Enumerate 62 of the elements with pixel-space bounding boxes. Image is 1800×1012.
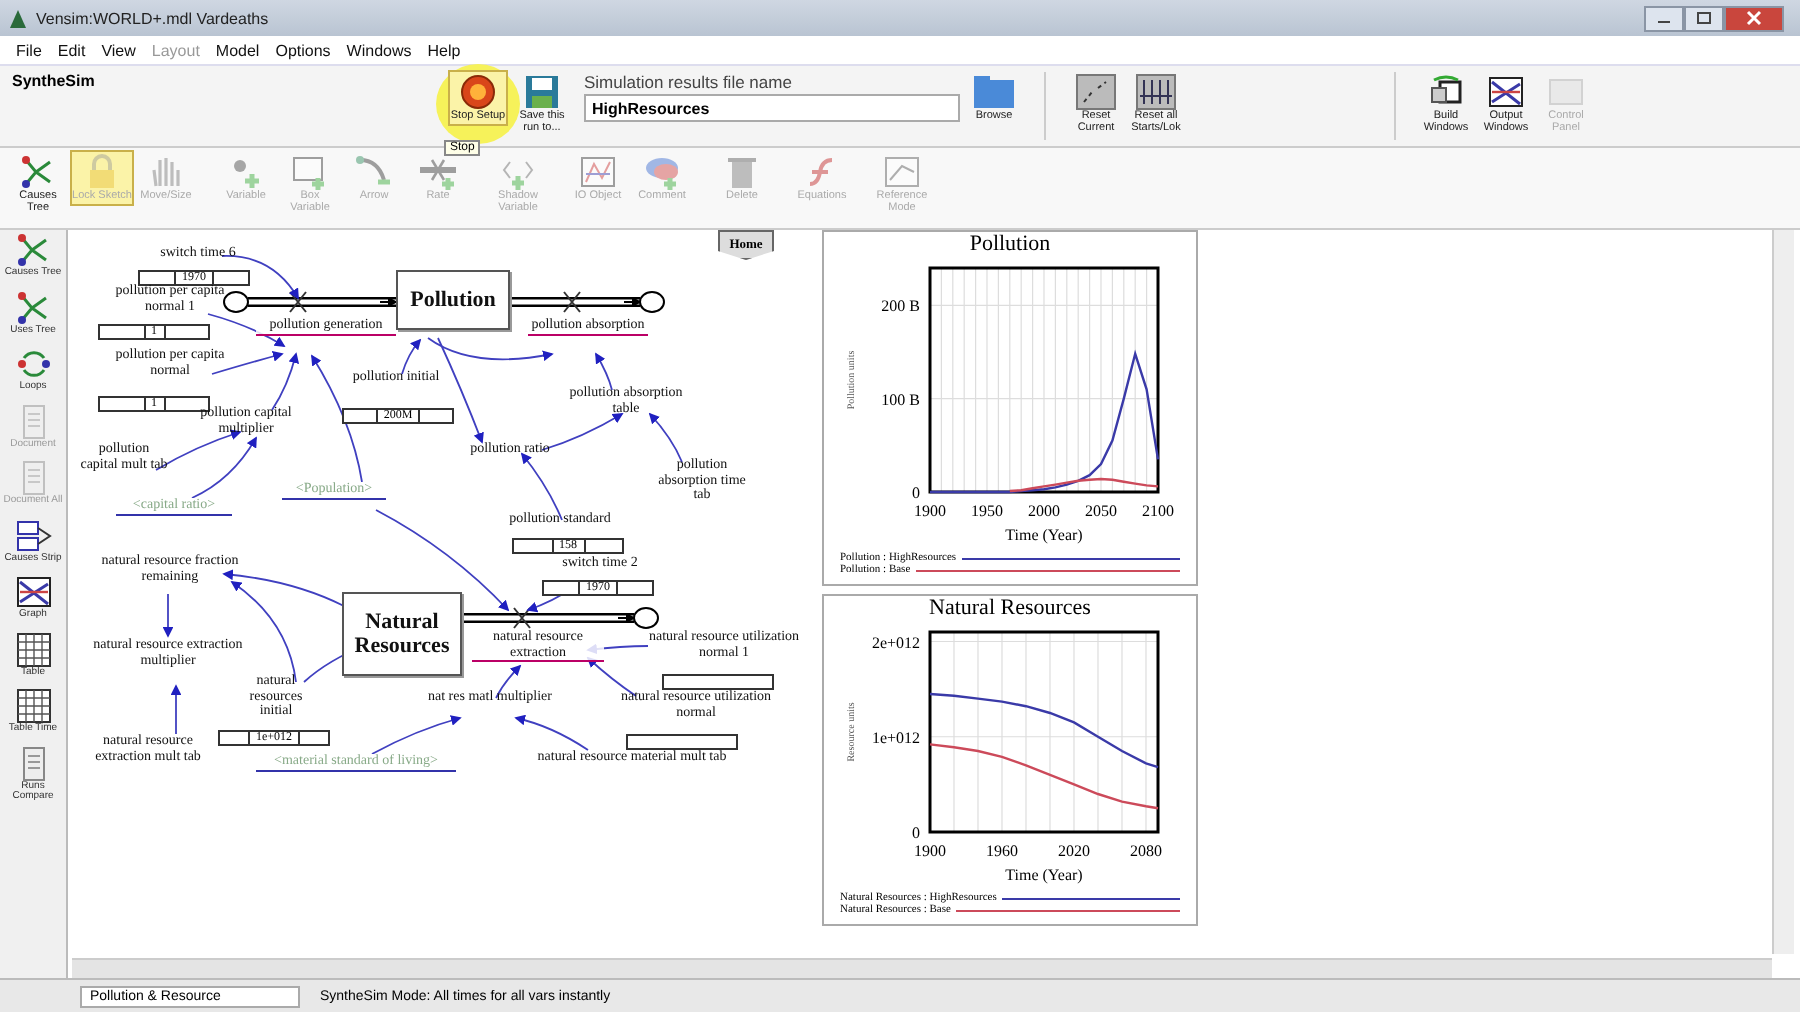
menu-item[interactable]: View [93,41,144,59]
horizontal-scrollbar[interactable] [72,958,1772,978]
x-axis-label: Time (Year) [1005,866,1083,884]
x-axis-label: Time (Year) [1005,526,1083,544]
menu-item[interactable]: Help [419,41,469,59]
table-icon [13,631,53,667]
window-title: Vensim:WORLD+.mdl Vardeaths [36,9,269,27]
curved-arrow-icon [354,154,394,190]
menu-item[interactable]: Edit [49,41,94,59]
x-tick-label: 1900 [914,842,946,860]
x-tick-label: 2020 [1058,842,1090,860]
menu-item[interactable]: Windows [338,41,420,59]
table-icon [13,688,53,724]
y-tick-label: 100 B [881,390,920,409]
columns-icon [1136,74,1176,110]
valve-icon [418,154,458,190]
folder-icon [972,74,1016,110]
y-tick-label: 2e+012 [871,633,920,652]
minimize-button[interactable] [1644,5,1684,31]
vertical-scrollbar[interactable] [1772,230,1794,954]
chart-title: Natural Resources [929,596,1091,620]
y-tick-label: 0 [912,824,920,842]
scatter-icon [1076,74,1116,110]
x-tick-label: 2080 [1130,842,1162,860]
variable-slider[interactable] [662,674,774,690]
y-tick-label: 0 [912,484,920,502]
graph-icon [882,154,922,190]
toolbar-title: SyntheSim [10,70,97,90]
windows-icon [1426,74,1466,110]
x-tick-label: 2000 [1028,502,1060,520]
menu-item[interactable]: File [8,41,50,59]
hand-icon [146,154,186,190]
strip-icon [13,517,53,553]
x-tick-label: 1960 [986,842,1018,860]
variable-slider[interactable] [626,734,738,750]
x-tick-label: 2100 [1142,502,1174,520]
results-file-field[interactable]: HighResources [584,94,960,122]
app-icon [8,7,28,29]
menu-item[interactable]: Model [207,41,268,59]
chart-icon [578,154,618,190]
panel-icon [1546,74,1586,110]
crossed-chart-icon [13,574,53,610]
x-tick-label: 1950 [971,502,1003,520]
stock-variable[interactable]: Natural Resources [342,592,462,676]
field-label: Simulation results file name [584,72,794,92]
loop-icon [13,346,53,382]
crossed-chart-icon [1486,74,1526,110]
stock-variable[interactable]: Pollution [396,270,510,330]
x-tick-label: 2050 [1085,502,1117,520]
close-icon [1746,10,1762,26]
cloud-icon [642,154,682,190]
y-tick-label: 1e+012 [871,728,920,747]
x-tick-label: 1900 [914,502,946,520]
close-button[interactable] [1724,5,1784,31]
menu-item[interactable]: Options [267,41,339,59]
trash-icon [722,154,762,190]
maximize-button[interactable] [1684,5,1724,31]
chart-title: Pollution [969,232,1051,256]
maximize-icon [1696,12,1712,24]
y-tick-label: 200 B [881,297,920,316]
stop-icon [458,74,498,110]
box-icon [290,154,330,190]
